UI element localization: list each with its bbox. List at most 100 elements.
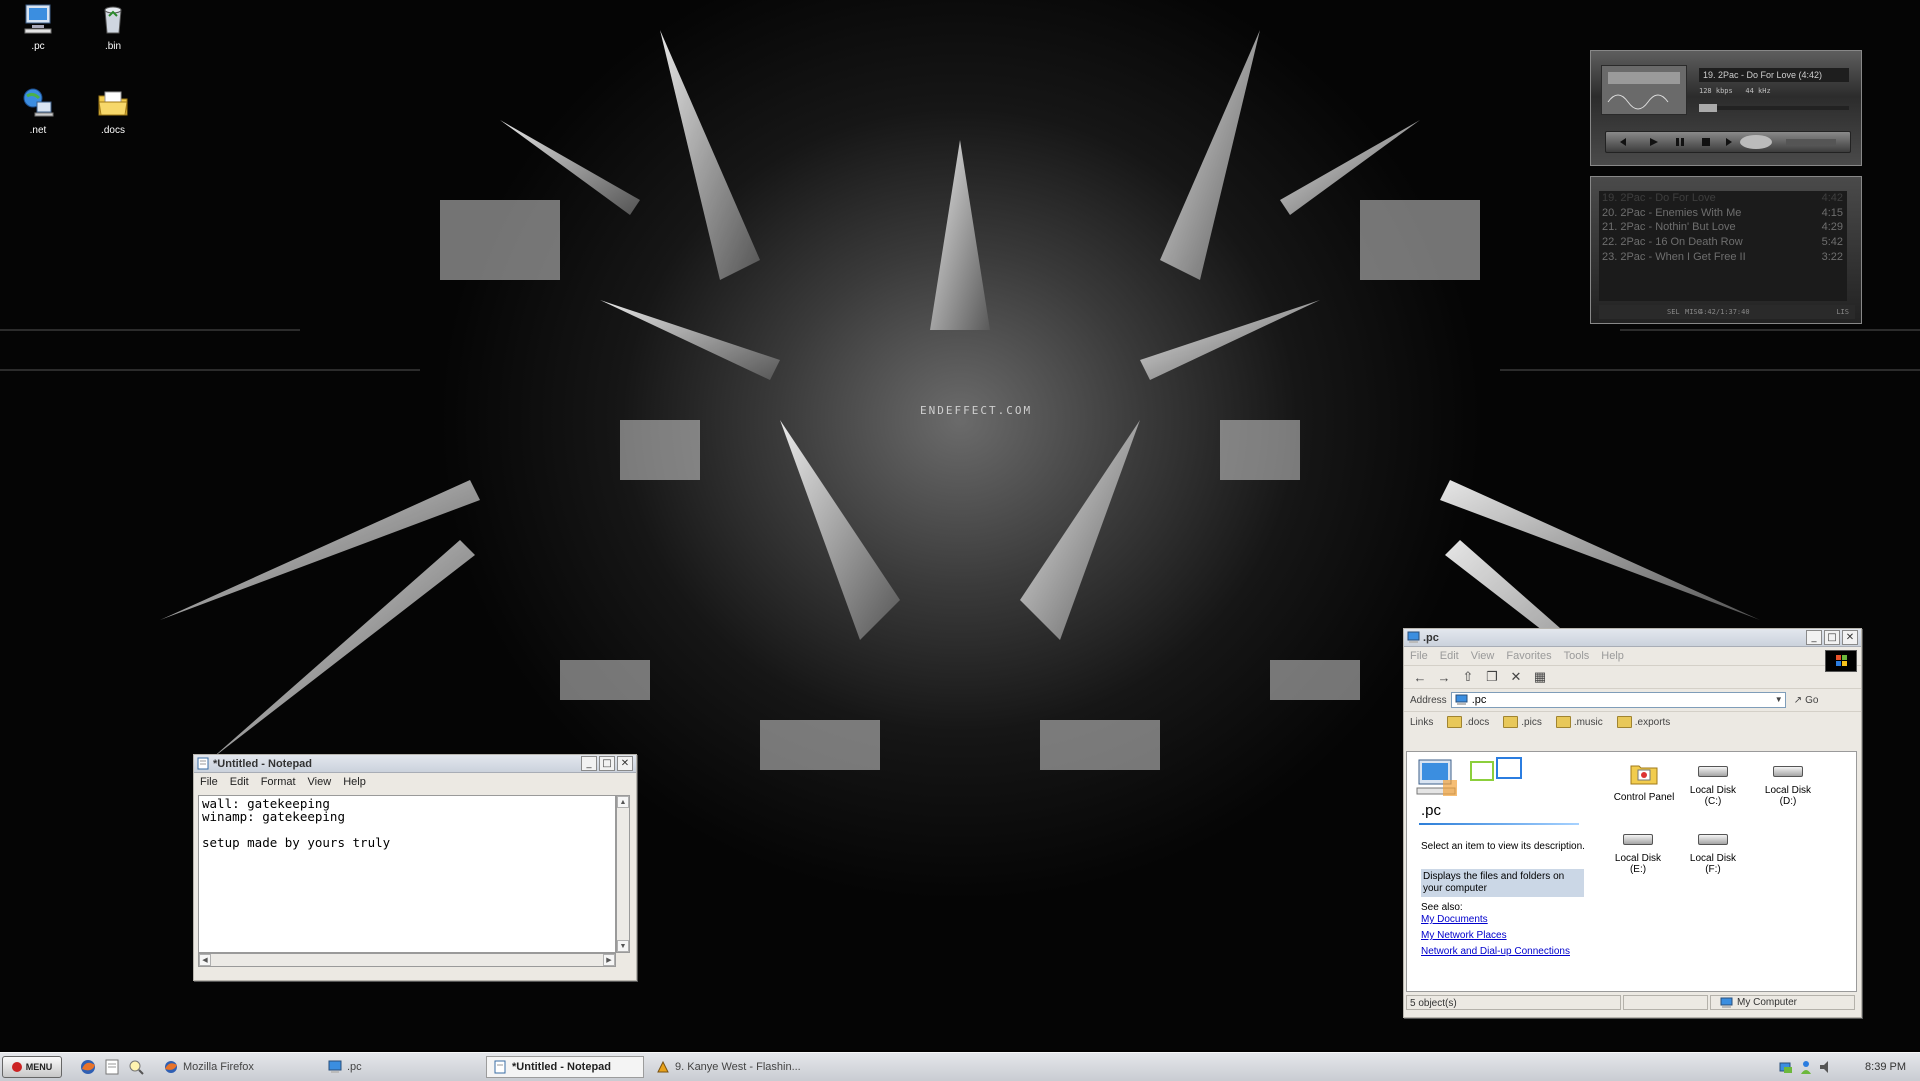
playlist-list[interactable]: 19. 2Pac - Do For Love 4:42 20. 2Pac - En… [1599,191,1847,301]
computer-icon [1720,997,1733,1008]
menu-favorites[interactable]: Favorites [1506,650,1551,662]
status-zone: My Computer [1710,995,1855,1010]
desktop-icon-pc[interactable]: .pc [6,2,70,52]
stop-icon [1702,138,1710,146]
firefox-quicklaunch-icon[interactable] [78,1057,98,1077]
folder-icon [1447,716,1463,728]
playlist-item[interactable]: 19. 2Pac - Do For Love 4:42 [1599,191,1847,206]
explorer-toolbar: ← → ⇧ ❐ ✕ ▦ [1404,665,1861,688]
horizontal-scrollbar[interactable]: ◀ ▶ [198,953,616,967]
item-local-disk-e[interactable]: Local Disk (E:) [1606,820,1670,875]
address-input[interactable]: .pc ▼ [1450,692,1786,708]
item-local-disk-c[interactable]: Local Disk (C:) [1681,752,1745,807]
computer-icon [328,1060,342,1073]
maximize-button[interactable]: □ [1824,630,1840,645]
maximize-button[interactable]: □ [599,756,615,771]
menu-file[interactable]: File [1410,650,1428,662]
up-folder-icon[interactable]: ⇧ [1458,668,1478,686]
copy-icon[interactable]: ❐ [1482,668,1502,686]
winamp-seek-bar[interactable] [1699,101,1849,115]
item-control-panel[interactable]: Control Panel [1612,758,1676,803]
explorer-content: .pc Select an item to view its descripti… [1406,751,1857,992]
link-pics[interactable]: .pics [1503,716,1542,728]
desktop-icon-label: .net [29,125,47,136]
desktop-icon-bin[interactable]: .bin [81,2,145,52]
menu-help[interactable]: Help [1601,650,1624,662]
menu-edit[interactable]: Edit [1440,650,1459,662]
playlist-sel-button[interactable]: SEL [1667,305,1680,319]
my-computer-banner-icon [1416,757,1522,796]
desktop-icon-docs[interactable]: .docs [81,86,145,136]
notepad-titlebar[interactable]: *Untitled - Notepad _ □ ✕ [194,755,636,773]
close-button[interactable]: ✕ [617,756,633,771]
playlist-item[interactable]: 21. 2Pac - Nothin' But Love 4:29 [1599,220,1847,235]
user-tray-icon[interactable] [1798,1059,1814,1075]
minimize-button[interactable]: _ [581,756,597,771]
playlist-item[interactable]: 22. 2Pac - 16 On Death Row 5:42 [1599,235,1847,250]
explorer-info-panel: .pc Select an item to view its descripti… [1407,752,1592,991]
desktop-icon-net[interactable]: .net [6,86,70,136]
menu-help[interactable]: Help [343,776,366,788]
menu-file[interactable]: File [200,776,218,788]
menu-tools[interactable]: Tools [1564,650,1590,662]
scroll-down-icon[interactable]: ▼ [617,940,629,952]
desktop-icon-label: .pc [31,41,45,52]
taskbar-clock[interactable]: 8:39 PM [1865,1061,1906,1073]
playlist-misc-button[interactable]: MISC [1685,305,1702,319]
scroll-left-icon[interactable]: ◀ [199,954,211,966]
menu-view[interactable]: View [1471,650,1495,662]
search-quicklaunch-icon[interactable] [126,1057,146,1077]
hard-drive-icon [1773,766,1803,777]
link-my-documents[interactable]: My Documents [1421,912,1586,928]
notepad-quicklaunch-icon[interactable] [102,1057,122,1077]
task-explorer[interactable]: .pc [322,1056,480,1078]
link-music[interactable]: .music [1555,716,1603,728]
menu-format[interactable]: Format [261,776,296,788]
winamp-transport-controls[interactable] [1605,131,1851,153]
computer-icon [1407,631,1420,643]
back-icon[interactable]: ← [1410,668,1430,686]
task-firefox[interactable]: Mozilla Firefox [158,1056,316,1078]
playlist-time: 4:42/1:37:40 [1699,308,1750,316]
scroll-right-icon[interactable]: ▶ [603,954,615,966]
link-exports[interactable]: .exports [1616,716,1670,728]
minimize-button[interactable]: _ [1806,630,1822,645]
vertical-scrollbar[interactable]: ▲ ▼ [616,795,630,953]
link-network-dialup[interactable]: Network and Dial-up Connections [1421,944,1586,960]
close-button[interactable]: ✕ [1842,630,1858,645]
winamp-icon [657,1060,669,1073]
explorer-title: .pc [1423,631,1439,644]
hard-drive-icon [1623,834,1653,845]
chevron-down-icon[interactable]: ▼ [1773,693,1785,707]
item-local-disk-d[interactable]: Local Disk (D:) [1756,752,1820,807]
views-icon[interactable]: ▦ [1530,668,1550,686]
link-docs[interactable]: .docs [1447,716,1489,728]
firefox-icon [165,1061,177,1073]
scroll-up-icon[interactable]: ▲ [617,796,629,808]
notepad-window: *Untitled - Notepad _ □ ✕ File Edit Form… [193,754,637,981]
folder-icon [98,91,128,116]
play-icon [1650,138,1658,146]
control-panel-icon [1630,765,1658,785]
go-button[interactable]: ↗ Go [1794,695,1819,706]
playlist-item[interactable]: 23. 2Pac - When I Get Free II 3:22 [1599,250,1847,265]
delete-icon[interactable]: ✕ [1506,668,1526,686]
link-my-network-places[interactable]: My Network Places [1421,928,1586,944]
notepad-text-area[interactable]: wall: gatekeeping winamp: gatekeeping se… [198,795,616,953]
explorer-titlebar[interactable]: .pc _ □ ✕ [1404,629,1861,647]
volume-icon[interactable] [1818,1059,1834,1075]
playlist-lis-button[interactable]: LIS [1836,305,1849,319]
address-label: Address [1410,694,1447,706]
start-menu-button[interactable]: MENU [2,1056,62,1078]
playlist-item[interactable]: 20. 2Pac - Enemies With Me 4:15 [1599,206,1847,221]
task-winamp[interactable]: 9. Kanye West - Flashin... [650,1056,820,1078]
notepad-icon [197,757,209,770]
forward-icon[interactable]: → [1434,668,1454,686]
network-tray-icon[interactable] [1778,1059,1794,1075]
task-notepad[interactable]: *Untitled - Notepad [486,1056,644,1078]
winamp-main-window[interactable]: 19. 2Pac - Do For Love (4:42) 128 kbps 4… [1590,50,1862,166]
links-bar: Links .docs .pics .music .exports [1404,711,1861,732]
menu-view[interactable]: View [308,776,332,788]
item-local-disk-f[interactable]: Local Disk (F:) [1681,820,1745,875]
menu-edit[interactable]: Edit [230,776,249,788]
